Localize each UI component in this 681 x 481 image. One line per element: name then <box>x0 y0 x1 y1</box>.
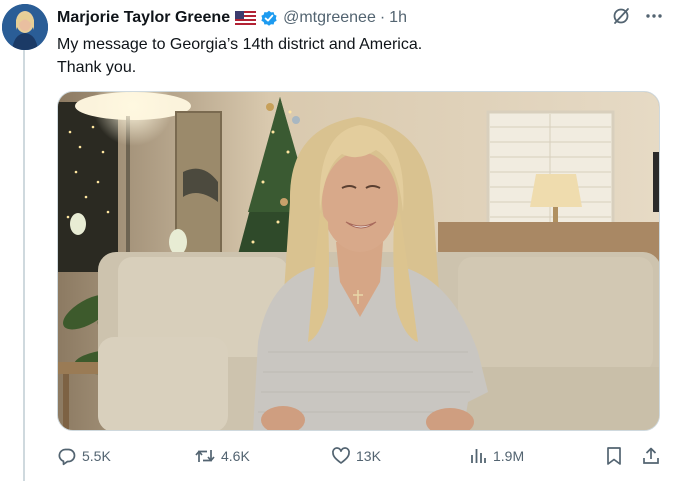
views-button[interactable]: 1.9M <box>468 446 524 466</box>
repost-icon <box>194 446 216 466</box>
tweet-header: Marjorie Taylor Greene @mtgreenee · 1h <box>57 7 671 29</box>
share-icon <box>641 446 661 466</box>
us-flag-icon <box>235 11 257 25</box>
thread-line <box>23 50 25 481</box>
display-name[interactable]: Marjorie Taylor Greene <box>57 9 230 27</box>
like-button[interactable]: 13K <box>331 446 381 466</box>
share-button[interactable] <box>641 446 661 466</box>
views-icon <box>468 446 488 466</box>
grok-icon[interactable] <box>611 6 631 26</box>
more-icon[interactable] <box>645 7 663 25</box>
separator-dot: · <box>379 9 386 26</box>
action-bar: 5.5K 4.6K 13K 1.9M <box>57 446 665 470</box>
heart-icon <box>331 446 351 466</box>
verified-badge-icon[interactable] <box>260 9 278 27</box>
post-time[interactable]: 1h <box>389 9 407 27</box>
like-count: 13K <box>356 448 381 464</box>
reply-icon <box>57 446 77 466</box>
author-handle[interactable]: @mtgreenee <box>283 9 376 27</box>
repost-button[interactable]: 4.6K <box>194 446 250 466</box>
video-thumbnail[interactable] <box>57 91 660 431</box>
reply-button[interactable]: 5.5K <box>57 446 111 466</box>
avatar[interactable] <box>2 4 48 50</box>
repost-count: 4.6K <box>221 448 250 464</box>
tweet-text-line: Thank you. <box>57 59 137 76</box>
tweet-text: My message to Georgia’s 14th district an… <box>57 33 657 79</box>
bookmark-icon <box>605 446 623 466</box>
view-count: 1.9M <box>493 448 525 464</box>
header-actions <box>611 6 663 26</box>
bookmark-button[interactable] <box>605 446 623 466</box>
reply-count: 5.5K <box>82 448 111 464</box>
tweet-text-line: My message to Georgia’s 14th district an… <box>57 36 423 53</box>
